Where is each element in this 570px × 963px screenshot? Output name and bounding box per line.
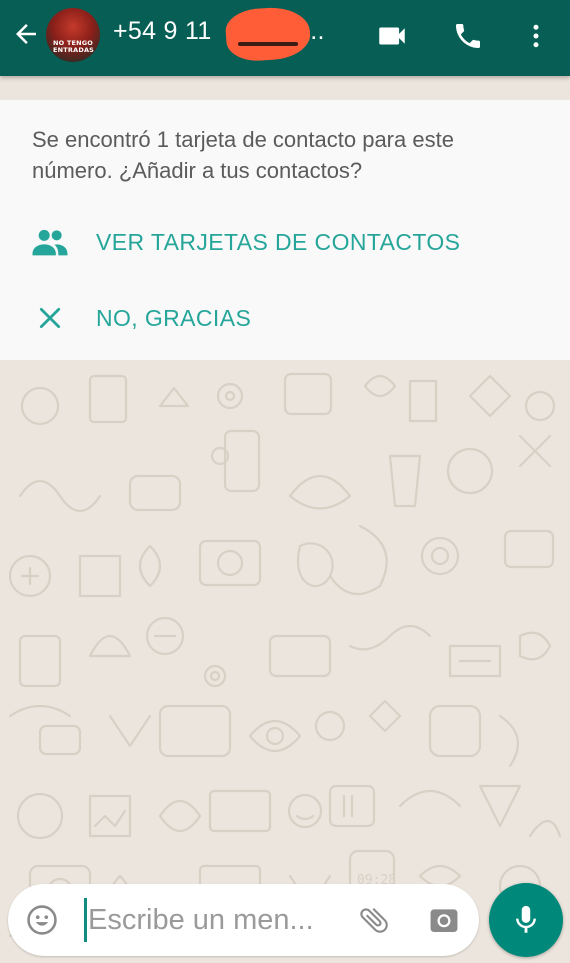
back-button[interactable] <box>6 14 46 54</box>
emoji-button[interactable] <box>22 900 62 940</box>
banner-message: Se encontró 1 tarjeta de contacto para e… <box>32 127 454 183</box>
text-cursor <box>84 898 87 942</box>
overflow-menu-button[interactable] <box>514 14 558 58</box>
more-vert-icon <box>533 24 539 48</box>
contact-avatar[interactable]: NO TENGO ENTRADAS <box>46 8 100 62</box>
no-thanks-button[interactable]: NO, GRACIAS <box>0 286 570 350</box>
chat-screen: 09:28 NO TENGO ENTRADAS +54 9 11 7... <box>0 0 570 963</box>
redaction-mark <box>224 5 312 63</box>
camera-button[interactable] <box>422 900 466 940</box>
view-contact-cards-label: VER TARJETAS DE CONTACTOS <box>96 229 461 255</box>
action-icon-wrapper <box>30 224 70 260</box>
camera-icon <box>430 909 458 933</box>
paperclip-icon <box>360 907 388 933</box>
action-icon-wrapper <box>30 300 70 336</box>
mic-icon <box>516 905 536 933</box>
attach-button[interactable] <box>352 900 396 940</box>
people-icon <box>32 229 68 256</box>
arrow-left-icon <box>16 24 36 44</box>
contact-card-banner: Se encontró 1 tarjeta de contacto para e… <box>0 100 570 360</box>
message-input[interactable] <box>88 894 348 946</box>
redaction-underline <box>238 42 298 46</box>
close-icon <box>39 307 61 329</box>
videocam-icon <box>379 27 405 45</box>
voice-call-button[interactable] <box>446 14 490 58</box>
phone-icon <box>456 24 480 48</box>
view-contact-cards-button[interactable]: VER TARJETAS DE CONTACTOS <box>0 210 570 274</box>
emoji-icon <box>27 905 57 935</box>
voice-message-button[interactable] <box>489 883 563 957</box>
contact-number-visible: +54 9 11 <box>113 17 219 45</box>
video-call-button[interactable] <box>370 14 414 58</box>
avatar-caption: NO TENGO ENTRADAS <box>53 39 95 54</box>
chat-toolbar: NO TENGO ENTRADAS +54 9 11 7... <box>0 0 570 76</box>
no-thanks-label: NO, GRACIAS <box>96 305 252 331</box>
message-composer <box>8 884 479 956</box>
